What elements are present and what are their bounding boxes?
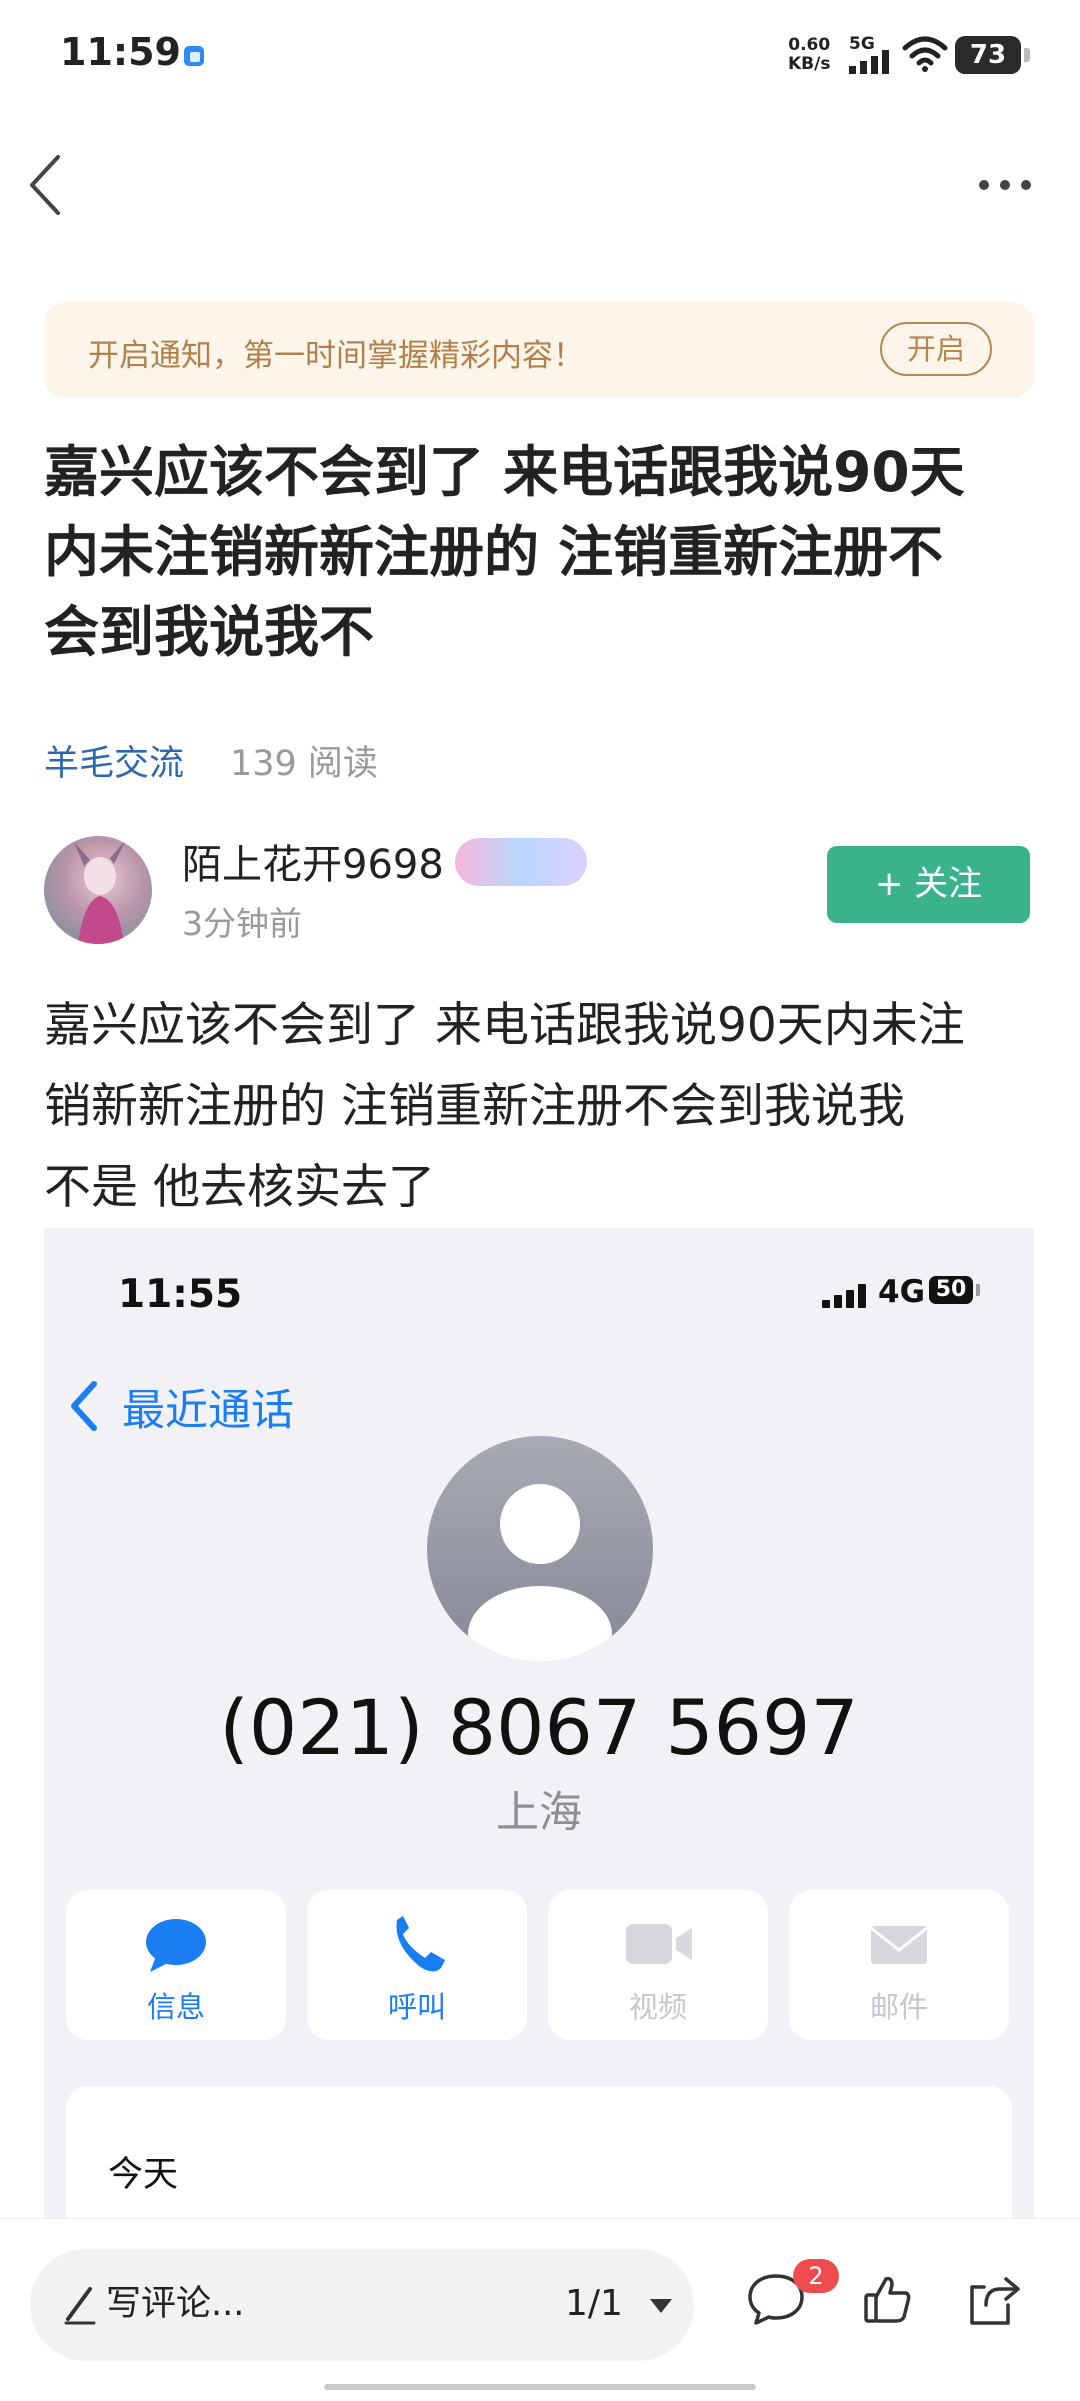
comment-placeholder: 写评论... xyxy=(106,2284,245,2324)
embedded-signal-icon xyxy=(822,1284,866,1308)
page-indicator[interactable]: 1/1 xyxy=(565,2283,623,2324)
embedded-status-time: 11:55 xyxy=(118,1272,243,1317)
bottom-bar: 写评论... 1/1 2 xyxy=(0,2218,1080,2401)
post-title-line: 会到我说我不 xyxy=(44,600,375,664)
embedded-screenshot[interactable]: 11:55 4G 50 最近通话 (021) 8067 5697 上海 信息 呼… xyxy=(44,1228,1034,2228)
status-bar: 11:59 0.60 KB/s 5G 73 xyxy=(0,0,1080,110)
call-history-card: 今天 xyxy=(66,2086,1012,2228)
caret-down-icon xyxy=(650,2299,672,2313)
post-title-line: 嘉兴应该不会到了 来电话跟我说90天 xyxy=(44,440,965,504)
post-category-link[interactable]: 羊毛交流 xyxy=(44,735,184,786)
more-button[interactable] xyxy=(970,160,1040,210)
network-speed: 0.60 KB/s xyxy=(788,35,831,74)
video-action: 视频 xyxy=(548,1890,768,2040)
post-title-line: 内未注销新新注册的 注销重新注册不 xyxy=(44,520,944,584)
post-body-line: 不是 他去核实去了 xyxy=(44,1160,435,1215)
contact-phone-number: (021) 8067 5697 xyxy=(219,1683,859,1772)
pencil-icon xyxy=(64,2287,96,2325)
author-avatar[interactable] xyxy=(44,836,152,944)
call-history-date: 今天 xyxy=(108,2155,179,2195)
phone-icon xyxy=(396,1916,445,1972)
author-name[interactable]: 陌上花开9698 xyxy=(182,832,444,890)
enable-notifications-button[interactable]: 开启 xyxy=(880,322,992,376)
mail-action: 邮件 xyxy=(789,1890,1009,2040)
person-icon xyxy=(468,1484,612,1662)
battery-cap xyxy=(1024,48,1030,62)
call-action: 呼叫 xyxy=(307,1890,527,2040)
notification-banner-text: 开启通知，第一时间掌握精彩内容！ xyxy=(88,338,584,374)
message-bubble-icon xyxy=(146,1919,206,1972)
comment-input[interactable]: 写评论... 1/1 xyxy=(30,2249,694,2361)
read-count: 139 阅读 xyxy=(230,744,378,784)
embedded-back-chevron-icon xyxy=(71,1381,97,1431)
home-indicator[interactable] xyxy=(324,2384,756,2390)
mail-icon xyxy=(870,1926,928,1964)
embedded-battery: 50 xyxy=(929,1276,973,1304)
post-time: 3分钟前 xyxy=(182,904,302,943)
contact-location: 上海 xyxy=(496,1788,582,1838)
chevron-left-icon xyxy=(30,155,60,215)
comment-count-badge: 2 xyxy=(793,2259,839,2293)
embedded-back-label: 最近通话 xyxy=(122,1386,294,1436)
post-body-line: 销新新注册的 注销重新注册不会到我说我 xyxy=(44,1079,905,1134)
video-icon xyxy=(626,1924,692,1964)
post-body-line: 嘉兴应该不会到了 来电话跟我说90天内未注 xyxy=(44,998,965,1053)
post-body: 嘉兴应该不会到了 来电话跟我说90天内未注 销新新注册的 注销重新注册不会到我说… xyxy=(44,985,1044,1228)
signal-icon xyxy=(849,50,889,74)
thumbs-up-icon[interactable] xyxy=(862,2273,914,2325)
wifi-icon xyxy=(902,36,948,72)
more-horizontal-icon xyxy=(979,180,1031,190)
embedded-network-type: 4G xyxy=(878,1274,926,1310)
app-notification-icon xyxy=(184,46,204,66)
follow-button[interactable]: + 关注 xyxy=(827,846,1030,923)
avatar-illustration xyxy=(74,840,126,944)
notification-banner: 开启通知，第一时间掌握精彩内容！ 开启 xyxy=(44,302,1034,398)
author-level-badge xyxy=(455,838,587,886)
post-title: 嘉兴应该不会到了 来电话跟我说90天 内未注销新新注册的 注销重新注册不 会到我… xyxy=(44,432,1040,672)
embedded-battery-cap xyxy=(976,1284,980,1296)
share-icon[interactable] xyxy=(966,2273,1024,2329)
back-button[interactable] xyxy=(20,145,80,225)
message-action: 信息 xyxy=(66,1890,286,2040)
status-time: 11:59 xyxy=(60,30,181,74)
contact-avatar xyxy=(427,1436,653,1662)
battery-indicator: 73 xyxy=(955,36,1021,74)
